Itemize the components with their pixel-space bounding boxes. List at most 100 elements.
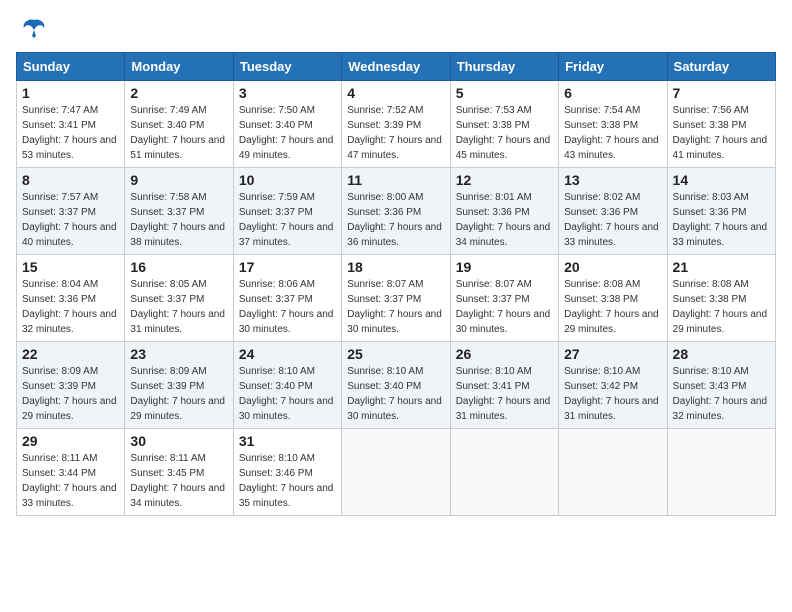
sunrise-value: 7:54 AM	[604, 105, 641, 116]
day-number: 21	[673, 259, 770, 275]
sunrise-value: 7:57 AM	[61, 192, 98, 203]
calendar-week-4: 22 Sunrise: 8:09 AM Sunset: 3:39 PM Dayl…	[17, 342, 776, 429]
sunset-value: 3:36 PM	[601, 207, 638, 218]
calendar-cell: 28 Sunrise: 8:10 AM Sunset: 3:43 PM Dayl…	[667, 342, 775, 429]
sunrise-label: Sunrise:	[564, 279, 603, 290]
sunrise-value: 7:52 AM	[387, 105, 424, 116]
col-header-tuesday: Tuesday	[233, 53, 341, 81]
sunrise-value: 8:10 AM	[604, 366, 641, 377]
sunset-value: 3:39 PM	[384, 120, 421, 131]
day-number: 19	[456, 259, 553, 275]
sunrise-label: Sunrise:	[347, 105, 386, 116]
day-number: 11	[347, 172, 444, 188]
sunrise-value: 8:00 AM	[387, 192, 424, 203]
day-number: 5	[456, 85, 553, 101]
calendar-cell: 3 Sunrise: 7:50 AM Sunset: 3:40 PM Dayli…	[233, 81, 341, 168]
sunrise-label: Sunrise:	[673, 279, 712, 290]
sunset-value: 3:46 PM	[276, 468, 313, 479]
sunset-value: 3:37 PM	[384, 294, 421, 305]
day-number: 18	[347, 259, 444, 275]
day-info: Sunrise: 7:54 AM Sunset: 3:38 PM Dayligh…	[564, 103, 661, 163]
calendar-cell: 23 Sunrise: 8:09 AM Sunset: 3:39 PM Dayl…	[125, 342, 233, 429]
sunset-label: Sunset:	[564, 381, 601, 392]
calendar-cell	[450, 429, 558, 516]
sunrise-value: 8:01 AM	[495, 192, 532, 203]
sunrise-label: Sunrise:	[673, 366, 712, 377]
daylight-label: Daylight: 7 hours and 51 minutes.	[130, 135, 225, 161]
day-info: Sunrise: 8:11 AM Sunset: 3:45 PM Dayligh…	[130, 451, 227, 511]
daylight-label: Daylight: 7 hours and 29 minutes.	[22, 396, 117, 422]
sunrise-value: 7:56 AM	[712, 105, 749, 116]
sunset-value: 3:38 PM	[601, 294, 638, 305]
sunrise-label: Sunrise:	[130, 453, 169, 464]
day-number: 12	[456, 172, 553, 188]
sunset-label: Sunset:	[673, 294, 710, 305]
daylight-label: Daylight: 7 hours and 31 minutes.	[130, 309, 225, 335]
day-info: Sunrise: 8:02 AM Sunset: 3:36 PM Dayligh…	[564, 190, 661, 250]
sunrise-label: Sunrise:	[347, 279, 386, 290]
sunrise-value: 8:08 AM	[604, 279, 641, 290]
sunrise-value: 8:10 AM	[278, 453, 315, 464]
sunset-value: 3:42 PM	[601, 381, 638, 392]
sunset-value: 3:40 PM	[167, 120, 204, 131]
day-info: Sunrise: 8:04 AM Sunset: 3:36 PM Dayligh…	[22, 277, 119, 337]
daylight-label: Daylight: 7 hours and 43 minutes.	[564, 135, 659, 161]
sunrise-value: 8:10 AM	[387, 366, 424, 377]
day-number: 7	[673, 85, 770, 101]
sunset-label: Sunset:	[239, 294, 276, 305]
daylight-label: Daylight: 7 hours and 34 minutes.	[456, 222, 551, 248]
day-number: 14	[673, 172, 770, 188]
calendar-cell: 1 Sunrise: 7:47 AM Sunset: 3:41 PM Dayli…	[17, 81, 125, 168]
calendar-week-2: 8 Sunrise: 7:57 AM Sunset: 3:37 PM Dayli…	[17, 168, 776, 255]
calendar-cell	[559, 429, 667, 516]
col-header-saturday: Saturday	[667, 53, 775, 81]
calendar-cell: 7 Sunrise: 7:56 AM Sunset: 3:38 PM Dayli…	[667, 81, 775, 168]
calendar-cell: 4 Sunrise: 7:52 AM Sunset: 3:39 PM Dayli…	[342, 81, 450, 168]
day-number: 17	[239, 259, 336, 275]
sunrise-value: 7:50 AM	[278, 105, 315, 116]
sunset-value: 3:43 PM	[709, 381, 746, 392]
day-info: Sunrise: 8:01 AM Sunset: 3:36 PM Dayligh…	[456, 190, 553, 250]
daylight-label: Daylight: 7 hours and 32 minutes.	[673, 396, 768, 422]
day-number: 16	[130, 259, 227, 275]
sunset-label: Sunset:	[130, 381, 167, 392]
calendar-cell: 15 Sunrise: 8:04 AM Sunset: 3:36 PM Dayl…	[17, 255, 125, 342]
day-number: 20	[564, 259, 661, 275]
sunset-value: 3:44 PM	[59, 468, 96, 479]
sunset-value: 3:37 PM	[167, 207, 204, 218]
calendar-cell	[342, 429, 450, 516]
sunrise-label: Sunrise:	[22, 366, 61, 377]
day-info: Sunrise: 8:08 AM Sunset: 3:38 PM Dayligh…	[564, 277, 661, 337]
day-info: Sunrise: 7:47 AM Sunset: 3:41 PM Dayligh…	[22, 103, 119, 163]
day-number: 23	[130, 346, 227, 362]
sunrise-value: 8:09 AM	[170, 366, 207, 377]
sunset-label: Sunset:	[239, 207, 276, 218]
sunset-label: Sunset:	[239, 381, 276, 392]
sunset-label: Sunset:	[347, 120, 384, 131]
calendar-cell: 22 Sunrise: 8:09 AM Sunset: 3:39 PM Dayl…	[17, 342, 125, 429]
col-header-monday: Monday	[125, 53, 233, 81]
day-info: Sunrise: 8:00 AM Sunset: 3:36 PM Dayligh…	[347, 190, 444, 250]
sunrise-label: Sunrise:	[673, 105, 712, 116]
day-number: 31	[239, 433, 336, 449]
day-info: Sunrise: 8:10 AM Sunset: 3:40 PM Dayligh…	[347, 364, 444, 424]
sunrise-label: Sunrise:	[130, 279, 169, 290]
day-info: Sunrise: 8:06 AM Sunset: 3:37 PM Dayligh…	[239, 277, 336, 337]
day-info: Sunrise: 7:50 AM Sunset: 3:40 PM Dayligh…	[239, 103, 336, 163]
sunrise-label: Sunrise:	[239, 105, 278, 116]
day-info: Sunrise: 7:59 AM Sunset: 3:37 PM Dayligh…	[239, 190, 336, 250]
sunset-value: 3:40 PM	[276, 120, 313, 131]
sunrise-value: 8:04 AM	[61, 279, 98, 290]
col-header-friday: Friday	[559, 53, 667, 81]
sunrise-label: Sunrise:	[456, 279, 495, 290]
sunset-value: 3:37 PM	[167, 294, 204, 305]
sunrise-label: Sunrise:	[239, 366, 278, 377]
day-info: Sunrise: 7:49 AM Sunset: 3:40 PM Dayligh…	[130, 103, 227, 163]
sunset-label: Sunset:	[22, 294, 59, 305]
sunset-value: 3:39 PM	[167, 381, 204, 392]
sunset-label: Sunset:	[239, 120, 276, 131]
sunrise-label: Sunrise:	[347, 366, 386, 377]
logo	[16, 16, 48, 44]
sunrise-label: Sunrise:	[456, 105, 495, 116]
sunrise-label: Sunrise:	[239, 192, 278, 203]
